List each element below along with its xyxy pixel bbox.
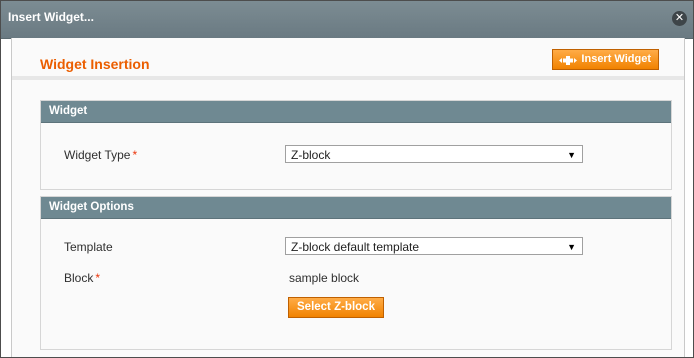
widget-type-select[interactable]: Z-block ▼	[285, 145, 583, 163]
page-title: Widget Insertion	[40, 56, 150, 72]
close-icon[interactable]: ✕	[672, 11, 687, 26]
content-header: Widget Insertion Insert Widget	[12, 38, 684, 80]
required-marker: *	[132, 148, 138, 162]
template-row: Template Z-block default template ▼	[41, 237, 671, 257]
template-select[interactable]: Z-block default template ▼	[285, 237, 583, 255]
insert-widget-dialog: Insert Widget... ✕ Widget Insertion Inse…	[0, 0, 694, 358]
block-value: sample block	[289, 271, 360, 285]
block-label: Block *	[64, 271, 101, 285]
chevron-down-icon: ▼	[567, 242, 576, 252]
widget-section-header: Widget	[41, 101, 671, 123]
insert-widget-button[interactable]: Insert Widget	[552, 49, 659, 70]
select-block-row: Select Z-block	[41, 297, 671, 318]
widget-type-value: Z-block	[291, 148, 331, 162]
required-marker: *	[95, 271, 101, 285]
block-row: Block * sample block	[41, 268, 671, 288]
select-z-block-button[interactable]: Select Z-block	[288, 297, 384, 318]
template-value: Z-block default template	[291, 240, 420, 254]
dialog-title: Insert Widget...	[8, 10, 94, 24]
widget-section: Widget Widget Type * Z-block ▼	[40, 100, 672, 190]
widget-options-section: Widget Options Template Z-block default …	[40, 196, 672, 350]
dialog-titlebar: Insert Widget... ✕	[1, 1, 693, 39]
dialog-content: Widget Insertion Insert Widget Widget Wi…	[11, 38, 685, 357]
plus-arrows-icon	[559, 54, 578, 65]
widget-options-section-header: Widget Options	[41, 197, 671, 219]
chevron-down-icon: ▼	[567, 150, 576, 160]
template-label: Template	[64, 240, 113, 254]
widget-type-label: Widget Type *	[64, 148, 138, 162]
widget-type-row: Widget Type * Z-block ▼	[41, 145, 671, 165]
insert-widget-label: Insert Widget	[581, 53, 651, 65]
